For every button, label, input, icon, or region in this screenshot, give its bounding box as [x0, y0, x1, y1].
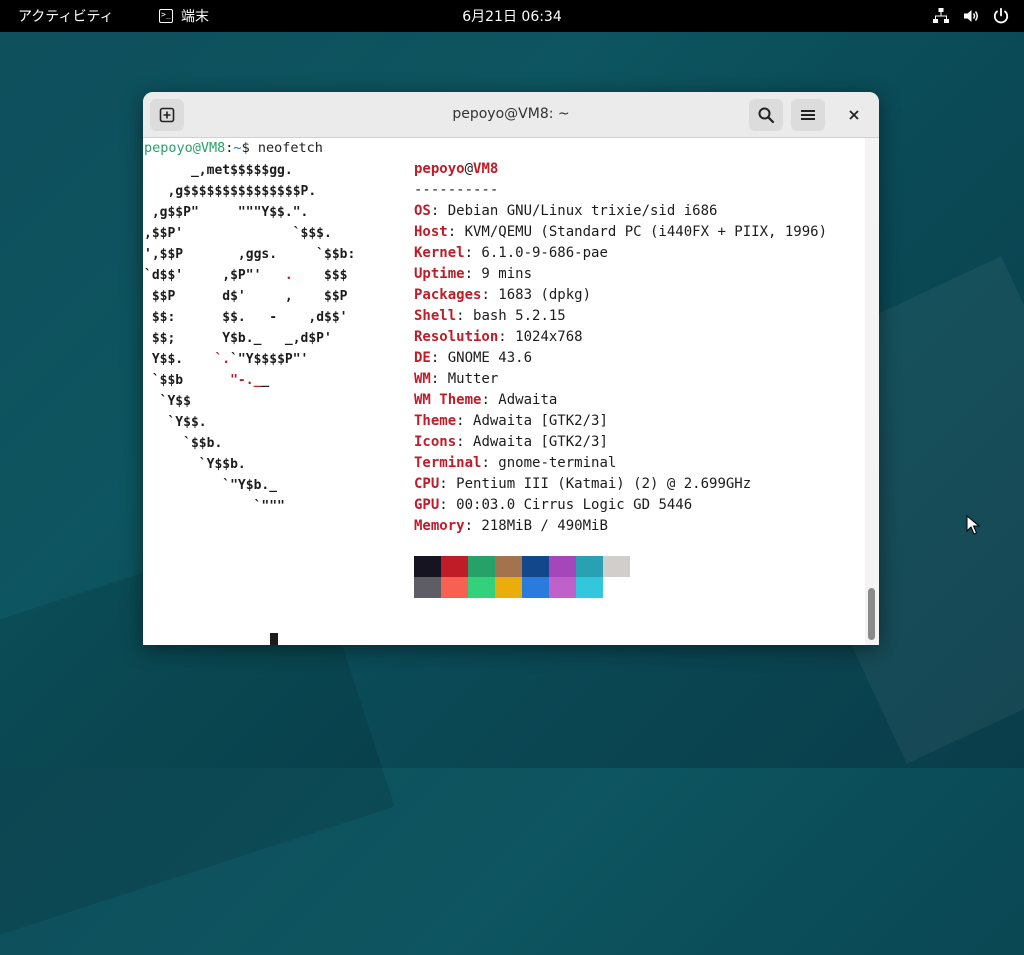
info-value: : GNOME 43.6 — [430, 350, 533, 366]
info-value: : Mutter — [430, 371, 499, 387]
info-line: Memory: 218MiB / 490MiB — [414, 516, 827, 537]
info-value: : 9 mins — [464, 266, 533, 282]
info-label: Kernel — [414, 245, 465, 261]
prompt-line: pepoyo@VM8:~$ neofetch — [144, 138, 323, 158]
info-at: @ — [464, 161, 474, 177]
system-tray[interactable] — [932, 7, 1010, 25]
info-label: Theme — [414, 413, 457, 429]
close-button[interactable] — [840, 101, 868, 129]
color-swatch — [414, 577, 441, 598]
scrollbar[interactable] — [865, 138, 879, 645]
info-label: GPU — [414, 497, 440, 513]
info-line: Packages: 1683 (dpkg) — [414, 285, 827, 306]
mouse-pointer-icon — [966, 515, 980, 535]
info-label: WM — [414, 371, 431, 387]
info-value: : gnome-terminal — [481, 455, 617, 471]
prompt-path: ~ — [233, 140, 242, 156]
info-host: VM8 — [473, 161, 499, 177]
info-value: : Adwaita [GTK2/3] — [456, 434, 608, 450]
search-icon — [758, 107, 775, 124]
info-line: WM Theme: Adwaita — [414, 390, 827, 411]
info-line: CPU: Pentium III (Katmai) (2) @ 2.699GHz — [414, 474, 827, 495]
info-value: : 1683 (dpkg) — [481, 287, 592, 303]
power-icon — [993, 7, 1009, 24]
info-label: Memory — [414, 518, 465, 534]
clock[interactable]: 6月21日 06:34 — [0, 6, 1024, 26]
info-separator: ---------- — [414, 182, 499, 198]
system-info: pepoyo@VM8 ---------- OS: Debian GNU/Lin… — [414, 159, 827, 537]
color-swatch — [603, 577, 630, 598]
info-label: Icons — [414, 434, 457, 450]
terminal-window[interactable]: pepoyo@VM8: ~ pepoyo@VM8:~$ neofetch _,m… — [143, 92, 879, 645]
info-value: : 1024x768 — [498, 329, 583, 345]
color-swatch — [414, 556, 441, 577]
info-line: GPU: 00:03.0 Cirrus Logic GD 5446 — [414, 495, 827, 516]
info-label: Resolution — [414, 329, 499, 345]
info-value: : Debian GNU/Linux trixie/sid i686 — [430, 203, 718, 219]
info-value: : 6.1.0-9-686-pae — [464, 245, 608, 261]
hamburger-menu-icon — [801, 110, 815, 120]
info-value: : Pentium III (Katmai) (2) @ 2.699GHz — [439, 476, 752, 492]
color-swatch — [495, 556, 522, 577]
color-swatch — [549, 577, 576, 598]
volume-icon — [964, 10, 978, 22]
color-swatch — [468, 556, 495, 577]
color-swatch — [495, 577, 522, 598]
color-swatch — [441, 556, 468, 577]
color-swatch — [576, 577, 603, 598]
info-line: Theme: Adwaita [GTK2/3] — [414, 411, 827, 432]
color-swatch — [441, 577, 468, 598]
color-swatch — [549, 556, 576, 577]
color-swatch — [522, 556, 549, 577]
menu-button[interactable] — [791, 99, 825, 131]
info-line: Terminal: gnome-terminal — [414, 453, 827, 474]
command-text: neofetch — [257, 140, 323, 156]
header-bar[interactable]: pepoyo@VM8: ~ — [143, 92, 879, 138]
info-line: WM: Mutter — [414, 369, 827, 390]
info-line: Icons: Adwaita [GTK2/3] — [414, 432, 827, 453]
info-value: : Adwaita — [481, 392, 558, 408]
info-value: : bash 5.2.15 — [456, 308, 566, 324]
prompt-user: pepoyo@VM8 — [144, 140, 226, 156]
info-label: Packages — [414, 287, 482, 303]
color-swatch — [522, 577, 549, 598]
prompt-symbol: $ — [241, 140, 258, 156]
info-label: Terminal — [414, 455, 482, 471]
info-value: : KVM/QEMU (Standard PC (i440FX + PIIX, … — [447, 224, 828, 240]
info-label: Host — [414, 224, 448, 240]
terminal-content[interactable]: pepoyo@VM8:~$ neofetch _,met$$$$$gg. ,g$… — [143, 138, 865, 645]
close-icon — [849, 110, 859, 120]
text-cursor — [270, 633, 278, 645]
color-swatch — [468, 577, 495, 598]
info-label: Shell — [414, 308, 457, 324]
color-swatch — [603, 556, 630, 577]
info-list: OS: Debian GNU/Linux trixie/sid i686 Host… — [414, 201, 827, 537]
info-label: Uptime — [414, 266, 465, 282]
info-line: Resolution: 1024x768 — [414, 327, 827, 348]
search-button[interactable] — [749, 99, 783, 131]
color-palette — [414, 556, 630, 598]
info-value: : Adwaita [GTK2/3] — [456, 413, 608, 429]
info-line: Kernel: 6.1.0-9-686-pae — [414, 243, 827, 264]
debian-ascii-logo: _,met$$$$$gg. ,g$$$$$$$$$$$$$$$P. ,g$$P"… — [144, 163, 356, 514]
info-line: Shell: bash 5.2.15 — [414, 306, 827, 327]
info-line: Host: KVM/QEMU (Standard PC (i440FX + PI… — [414, 222, 827, 243]
info-value: : 00:03.0 Cirrus Logic GD 5446 — [439, 497, 693, 513]
info-line: Uptime: 9 mins — [414, 264, 827, 285]
info-label: CPU — [414, 476, 440, 492]
info-label: WM Theme — [414, 392, 482, 408]
scrollbar-thumb[interactable] — [868, 588, 875, 640]
info-label: OS — [414, 203, 431, 219]
info-label: DE — [414, 350, 431, 366]
info-value: : 218MiB / 490MiB — [464, 518, 608, 534]
palette-row-normal — [414, 556, 630, 577]
palette-row-bright — [414, 577, 630, 598]
info-title: pepoyo@VM8 — [414, 159, 827, 180]
color-swatch — [576, 556, 603, 577]
info-line: OS: Debian GNU/Linux trixie/sid i686 — [414, 201, 827, 222]
info-user: pepoyo — [414, 161, 465, 177]
info-line: DE: GNOME 43.6 — [414, 348, 827, 369]
network-icon — [933, 8, 949, 23]
top-bar: アクティビティ >_ 端末 6月21日 06:34 — [0, 0, 1024, 32]
